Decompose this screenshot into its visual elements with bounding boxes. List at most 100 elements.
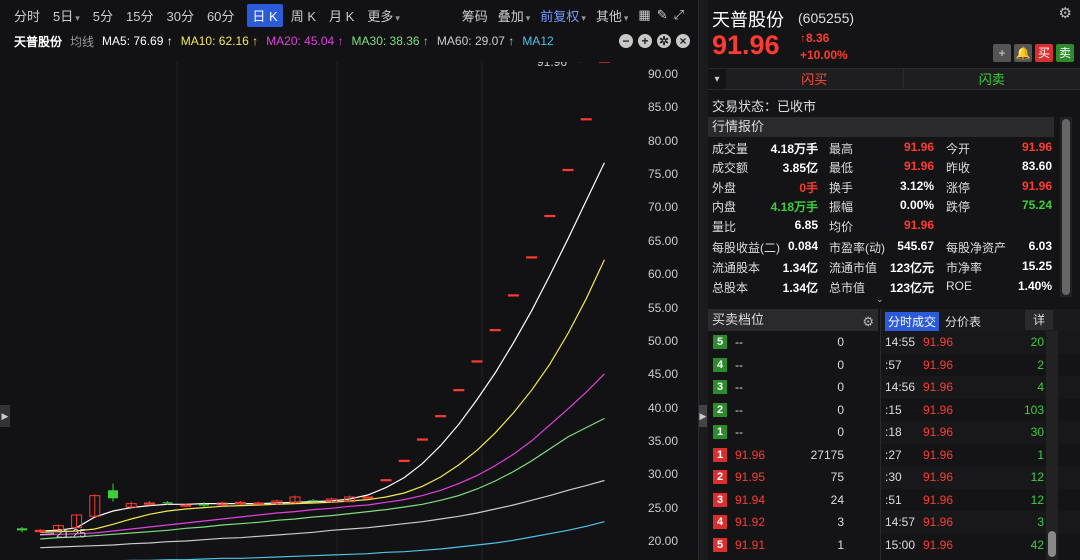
trade-time: 14:55 — [885, 335, 916, 349]
bid-level-badge: 5 — [713, 537, 727, 552]
period-tab[interactable]: 60分 — [207, 6, 234, 25]
toolbar-option-label: 其他 — [595, 8, 622, 24]
fold-chevron-icon[interactable]: ⌄ — [876, 294, 884, 305]
toolbar-option[interactable]: 前复权 ▾ — [540, 6, 586, 25]
price-change: ↑8.36 — [800, 31, 830, 45]
close-icon[interactable]: × — [676, 34, 690, 48]
period-tab[interactable]: 15分 — [126, 6, 153, 25]
trade-time: :57 — [885, 357, 902, 372]
quote-value: 4.18万手 — [770, 142, 818, 156]
ma20-label: MA20: 45.04 ↑ — [266, 34, 344, 48]
ask-row: 5 -- 0 — [708, 331, 878, 354]
trades-scrollbar[interactable] — [1046, 331, 1058, 560]
quote-value: 0.00% — [899, 198, 934, 212]
detail-button[interactable]: 详 — [1025, 310, 1053, 330]
trade-time: 14:57 — [885, 515, 916, 529]
tab-time-trades[interactable]: 分时成交 — [885, 312, 940, 331]
bid-price: 91.95 — [735, 470, 766, 484]
ask-price: -- — [735, 425, 743, 439]
sell-button[interactable]: 卖 — [1056, 44, 1074, 62]
quote-value: 545.67 — [897, 239, 934, 253]
quote-label: 最低 — [829, 161, 854, 175]
y-tick-label: 65.00 — [648, 233, 679, 248]
order-book: 买卖档位 ⚙ 5 -- 0 4 -- 0 3 -- 0 2 -- 0 1 -- 0 1 91.96 27175 2 91… — [708, 309, 878, 560]
grid-icon[interactable]: ▦ — [638, 7, 650, 23]
bid-level-badge: 1 — [713, 447, 727, 462]
plus-icon[interactable]: + — [638, 34, 652, 48]
gear-icon[interactable]: ✲ — [657, 34, 671, 48]
candle-body — [526, 256, 538, 259]
period-tab[interactable]: 5日 ▾ — [53, 6, 80, 25]
quote-label: 内盘 — [712, 200, 737, 214]
app-root: 分时 5日 ▾ 5分 15分 30分 60分日 K周 K月 K 更多 ▾ 筹码 叠加 ▾ 前复权 ▾ 其他 ▾… — [0, 0, 1080, 560]
period-tab-label: 5日 — [53, 8, 74, 24]
ask-level-badge: 2 — [713, 402, 727, 417]
tab-price-table[interactable]: 分价表 — [945, 313, 981, 330]
toolbar-option[interactable]: 叠加 ▾ — [498, 6, 531, 25]
period-tab-label: 15分 — [126, 8, 154, 24]
scroll-thumb[interactable] — [1062, 119, 1070, 295]
expand-icon[interactable]: ⤢ — [674, 7, 684, 23]
pane-divider[interactable] — [698, 0, 708, 560]
order-book-gear-icon[interactable]: ⚙ — [862, 311, 874, 333]
buy-button[interactable]: 买 — [1035, 44, 1053, 62]
period-tab[interactable]: 5分 — [93, 6, 113, 25]
period-tab[interactable]: 日 K — [247, 3, 283, 27]
divider-toggle-icon[interactable]: ▶ — [699, 405, 707, 427]
quote-scrollbar[interactable] — [1060, 117, 1072, 297]
trade-time: :15 — [885, 402, 902, 417]
expand-arrow-icon[interactable]: ▾ — [708, 69, 726, 89]
quote-label: 涨停 — [946, 181, 971, 195]
candle-body — [362, 496, 374, 499]
quote-label: 今开 — [946, 142, 971, 156]
period-tab[interactable]: 分时 — [14, 6, 40, 25]
period-tab[interactable]: 更多 ▾ — [367, 6, 400, 25]
candle-body — [489, 329, 501, 332]
order-book-rows: 5 -- 0 4 -- 0 3 -- 0 2 -- 0 1 -- 0 1 91.96 27175 2 91.95 75 3… — [708, 331, 878, 556]
toolbar-option[interactable]: 其他 ▾ — [596, 6, 629, 25]
candle-body — [544, 214, 556, 218]
stock-name-label: 天普股份 — [14, 34, 63, 49]
settings-gear-icon[interactable]: ⚙ — [1059, 4, 1072, 22]
quote-label: ROE — [946, 279, 973, 293]
quote-label: 换手 — [829, 181, 854, 195]
period-tab[interactable]: 周 K — [291, 6, 316, 25]
ma12-label: MA12 — [522, 34, 554, 48]
period-tab-label: 日 K — [252, 8, 278, 24]
quote-label: 跌停 — [946, 200, 971, 214]
quote-row: 成交额 3.85亿 最低 91.96 昨收 83.60 — [712, 159, 1054, 178]
period-tab[interactable]: 30分 — [166, 6, 193, 25]
add-watchlist-button[interactable]: + — [993, 44, 1011, 62]
quote-row: 量比 6.85 均价 91.96 — [712, 218, 1054, 237]
quote-value: 91.96 — [903, 140, 934, 154]
left-collapse-handle[interactable]: ▶ — [0, 405, 10, 427]
candle-body — [580, 118, 592, 121]
minus-icon[interactable]: − — [619, 34, 633, 48]
y-tick-label: 75.00 — [648, 167, 679, 182]
flash-sell-button[interactable]: 闪卖 — [903, 69, 1080, 89]
y-tick-label: 50.00 — [648, 333, 679, 348]
alert-bell-button[interactable]: 🔔 — [1014, 44, 1032, 62]
bid-row: 3 91.94 24 — [708, 489, 878, 512]
period-tab-label: 5分 — [92, 8, 114, 24]
period-tab[interactable]: 月 K — [329, 6, 354, 25]
quote-row: 外盘 0手 换手 3.12% 涨停 91.96 — [712, 179, 1054, 198]
ask-level-badge: 5 — [713, 335, 727, 349]
trade-volume: 2 — [1037, 357, 1044, 372]
y-tick-label: 70.00 — [648, 200, 679, 215]
ma-mode-label[interactable]: 均线 — [70, 33, 94, 50]
ask-volume: 0 — [837, 380, 844, 394]
trade-price: 91.96 — [923, 537, 954, 552]
quote-label: 均价 — [829, 220, 854, 234]
brush-icon[interactable]: ✎ — [657, 7, 668, 23]
toolbar-option[interactable]: 筹码 — [462, 6, 488, 25]
high-price-label: 91.96 — [537, 62, 567, 69]
ask-price: -- — [735, 402, 743, 417]
quote-label: 总股本 — [712, 281, 749, 295]
kline-plot[interactable]: 91.96 21.25 — [12, 62, 636, 560]
flash-trade-bar: ▾ 闪买 闪卖 — [708, 68, 1080, 90]
candle-body — [180, 504, 192, 507]
quote-label: 昨收 — [946, 161, 971, 175]
trades-scroll-thumb[interactable] — [1048, 531, 1056, 557]
flash-buy-button[interactable]: 闪买 — [726, 69, 904, 89]
